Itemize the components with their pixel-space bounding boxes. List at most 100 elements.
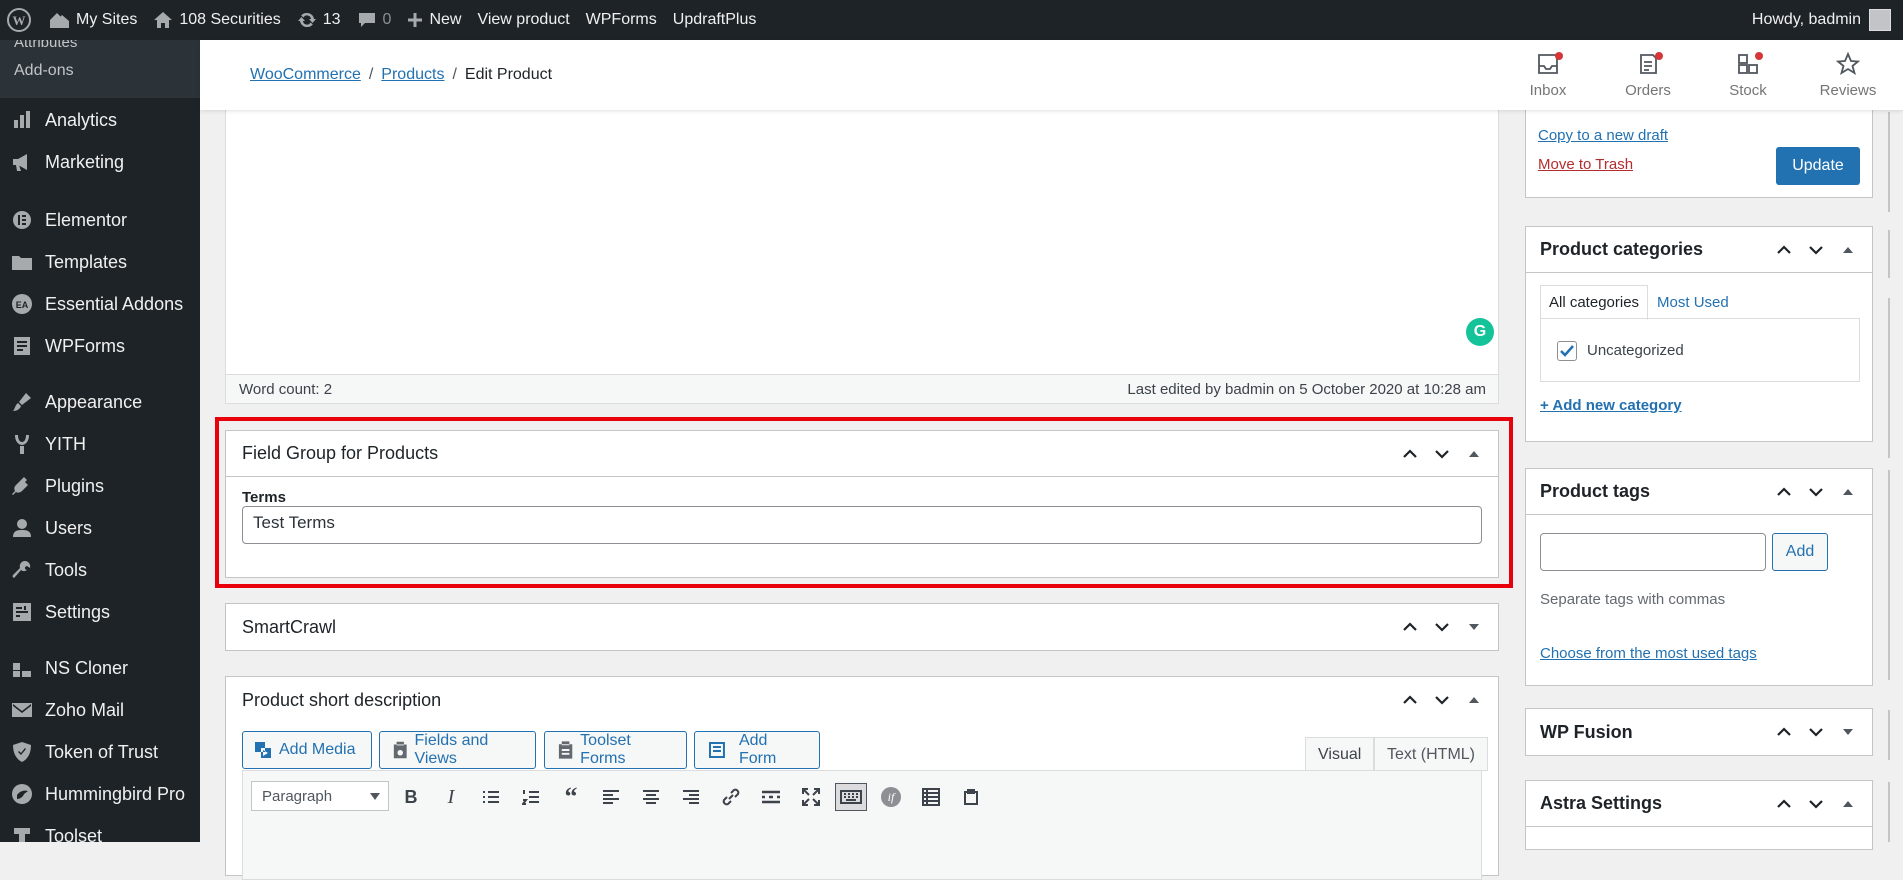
toggle-panel-button[interactable] [1832,479,1864,505]
sidebar-item-wpforms[interactable]: WPForms [0,330,200,362]
header-action-label: Reviews [1819,82,1877,99]
format-select[interactable]: Paragraph [251,781,389,811]
smartcrawl-title[interactable]: SmartCrawl [226,604,1498,650]
move-up-button[interactable] [1394,614,1426,640]
tab-visual[interactable]: Visual [1305,737,1375,771]
category-checkbox[interactable] [1557,341,1577,361]
move-up-button[interactable] [1394,687,1426,713]
form-icon [708,742,725,758]
toggle-panel-button[interactable] [1832,791,1864,817]
header-action-label: Orders [1625,82,1671,99]
add-media-button[interactable]: Add Media [242,731,372,769]
read-more-button[interactable] [757,783,785,811]
table-icon [922,788,940,806]
header-stock-button[interactable]: Stock [1703,50,1793,99]
comments-link[interactable]: 0 [349,0,400,40]
short-description-title[interactable]: Product short description [226,677,1498,723]
numbered-list-button[interactable] [517,783,545,811]
sidebar-item-toolset[interactable]: Toolset [0,820,200,842]
updraftplus-menu[interactable]: UpdraftPlus [665,0,765,40]
sidebar-item-token-of-trust[interactable]: Token of Trust [0,736,200,768]
sidebar-item-users[interactable]: Users [0,512,200,544]
brush-icon [10,390,34,414]
sidebar-item-label: Users [45,517,93,538]
move-down-button[interactable] [1800,719,1832,745]
view-product-link[interactable]: View product [469,0,577,40]
sidebar-item-analytics[interactable]: Analytics [0,104,200,136]
sidebar-item-hummingbird-pro[interactable]: Hummingbird Pro [0,778,200,810]
sidebar-item-ns-cloner[interactable]: NS Cloner [0,652,200,684]
sidebar-item-settings[interactable]: Settings [0,596,200,628]
updates-link[interactable]: 13 [289,0,349,40]
tab-text-html[interactable]: Text (HTML) [1374,737,1488,771]
fullscreen-button[interactable] [797,783,825,811]
content-editor[interactable]: G P [225,110,1499,404]
my-account-menu[interactable]: Howdy, badmin [1752,0,1891,40]
header-inbox-button[interactable]: Inbox [1503,50,1593,99]
header-reviews-button[interactable]: Reviews [1803,50,1893,99]
bullet-list-button[interactable] [477,783,505,811]
tag-input[interactable] [1540,533,1766,571]
italic-button[interactable]: I [437,783,465,811]
move-up-button[interactable] [1768,791,1800,817]
submenu-item-attributes[interactable]: Attributes [14,40,77,51]
grammarly-icon[interactable]: G [1466,318,1494,346]
move-up-button[interactable] [1768,237,1800,263]
sidebar-item-plugins[interactable]: Plugins [0,470,200,502]
move-up-button[interactable] [1768,479,1800,505]
sites-icon [50,13,69,28]
last-edited: Last edited by badmin on 5 October 2020 … [1127,381,1486,398]
header-orders-button[interactable]: Orders [1603,50,1693,99]
insert-link-button[interactable] [717,783,745,811]
chevron-up-icon [1777,487,1791,496]
sidebar-item-tools[interactable]: Tools [0,554,200,586]
sidebar-item-zoho-mail[interactable]: Zoho Mail [0,694,200,726]
toggle-panel-button[interactable] [1832,719,1864,745]
add-form-button[interactable]: Add Form [694,731,820,769]
move-down-button[interactable] [1800,479,1832,505]
formidable-button[interactable]: if [877,783,905,811]
align-center-button[interactable] [637,783,665,811]
breadcrumb-products-link[interactable]: Products [381,66,444,83]
bold-button[interactable]: B [397,783,425,811]
breadcrumb-woocommerce-link[interactable]: WooCommerce [250,66,361,83]
move-down-button[interactable] [1800,237,1832,263]
site-name-menu[interactable]: 108 Securities [145,0,288,40]
sidebar-item-elementor[interactable]: Elementor [0,204,200,236]
paste-text-button[interactable] [957,783,985,811]
toolbar-toggle-button[interactable] [835,783,867,811]
fields-views-button[interactable]: Fields and Views [379,731,536,769]
align-right-button[interactable] [677,783,705,811]
update-button[interactable]: Update [1776,147,1860,185]
add-tag-button[interactable]: Add [1772,533,1828,571]
toolset-forms-button[interactable]: Toolset Forms [544,731,687,769]
add-new-category-link[interactable]: + Add new category [1540,397,1682,414]
align-left-button[interactable] [597,783,625,811]
table-button[interactable] [917,783,945,811]
toggle-panel-button[interactable] [1832,237,1864,263]
sidebar-item-appearance[interactable]: Appearance [0,386,200,418]
sidebar-item-marketing[interactable]: Marketing [0,146,200,178]
tab-most-used[interactable]: Most Used [1648,285,1738,320]
editor-toolbar: Paragraph B I “ if [242,770,1482,880]
choose-most-used-tags-link[interactable]: Choose from the most used tags [1540,645,1757,662]
sidebar-item-yith[interactable]: YITH [0,428,200,460]
copy-to-draft-link[interactable]: Copy to a new draft [1538,127,1668,144]
tab-all-categories[interactable]: All categories [1540,285,1649,320]
triangle-down-icon [1843,729,1853,735]
blockquote-button[interactable]: “ [557,782,585,811]
sidebar-item-essential-addons[interactable]: EA Essential Addons [0,288,200,320]
move-down-button[interactable] [1800,791,1832,817]
sidebar-item-templates[interactable]: Templates [0,246,200,278]
wpforms-menu[interactable]: WPForms [578,0,665,40]
new-content-menu[interactable]: New [399,0,469,40]
move-down-button[interactable] [1426,687,1458,713]
move-down-button[interactable] [1426,614,1458,640]
submenu-item-addons[interactable]: Add-ons [14,62,74,80]
toggle-panel-button[interactable] [1458,614,1490,640]
move-to-trash-link[interactable]: Move to Trash [1538,156,1633,173]
wordpress-logo-button[interactable]: W [0,0,40,40]
toggle-panel-button[interactable] [1458,687,1490,713]
my-sites-menu[interactable]: My Sites [40,0,145,40]
move-up-button[interactable] [1768,719,1800,745]
